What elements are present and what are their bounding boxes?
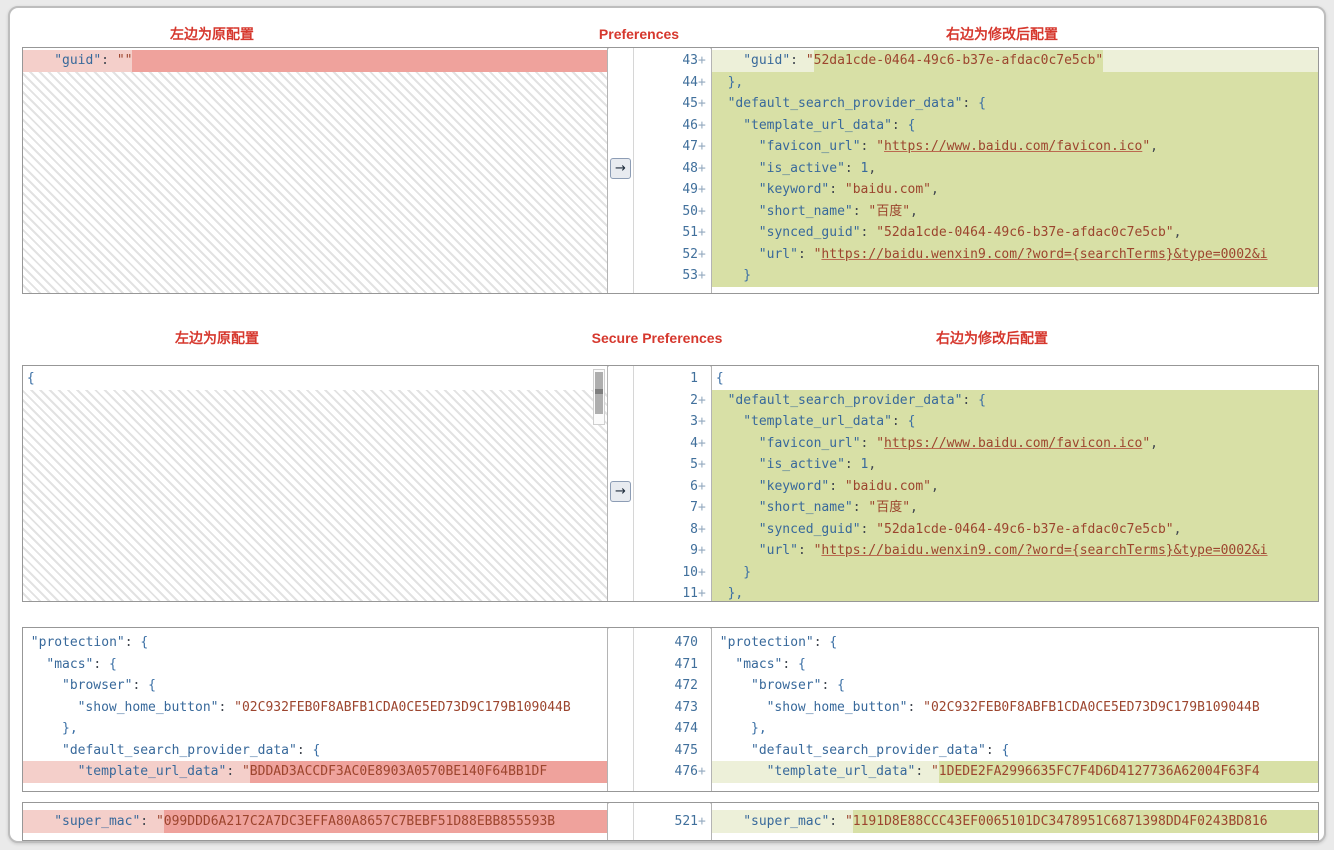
code-line: "synced_guid": "52da1cde-0464-49c6-b37e-… bbox=[712, 519, 1318, 541]
line-number: 8+ bbox=[609, 519, 710, 541]
code-line: "default_search_provider_data": { bbox=[712, 390, 1318, 412]
line-number: 521+ bbox=[609, 810, 710, 833]
line-number: 46+ bbox=[609, 115, 710, 137]
file-title-secure-preferences: Secure Preferences bbox=[567, 328, 747, 348]
label-right-modified: 右边为修改后配置 bbox=[902, 328, 1082, 348]
line-number: 9+ bbox=[609, 540, 710, 562]
code-line: "favicon_url": "https://www.baidu.com/fa… bbox=[712, 433, 1318, 455]
original-pane: "protection": {"macs": {"browser": {"sho… bbox=[23, 628, 608, 791]
line-number: 4+ bbox=[609, 433, 710, 455]
code-line: }, bbox=[712, 583, 1318, 601]
line-number: 53+ bbox=[609, 265, 710, 287]
line-number-gutter: 521+ bbox=[609, 803, 710, 840]
code-line: "macs": { bbox=[23, 654, 607, 676]
code-line: "super_mac": "1191D8E88CCC43EF0065101DC3… bbox=[712, 810, 1318, 833]
line-number: 52+ bbox=[609, 244, 710, 266]
code-line: "browser": { bbox=[712, 675, 1318, 697]
code-line: "protection": { bbox=[23, 632, 607, 654]
code-line: "default_search_provider_data": { bbox=[23, 740, 607, 762]
inline-diff-fill bbox=[1268, 810, 1318, 833]
code-line: "is_active": 1, bbox=[712, 158, 1318, 180]
merge-arrow-button[interactable]: → bbox=[610, 158, 631, 179]
code-line: "keyword": "baidu.com", bbox=[712, 476, 1318, 498]
code-line: "protection": { bbox=[712, 632, 1318, 654]
code-line: "template_url_data": "1DEDE2FA2996635FC7… bbox=[712, 761, 1318, 783]
code-line: "template_url_data": { bbox=[712, 411, 1318, 433]
code-line: }, bbox=[23, 718, 607, 740]
modified-pane: "protection": {"macs": {"browser": {"sho… bbox=[711, 628, 1318, 791]
code-line: "guid": "52da1cde-0464-49c6-b37e-afdac0c… bbox=[712, 50, 1318, 72]
line-number: 475 bbox=[609, 740, 710, 762]
line-number: 45+ bbox=[609, 93, 710, 115]
left-pane-scrollbar[interactable] bbox=[593, 369, 605, 425]
label-right-modified: 右边为修改后配置 bbox=[912, 24, 1092, 44]
line-number: 11+ bbox=[609, 583, 710, 605]
code-line: "macs": { bbox=[712, 654, 1318, 676]
line-number: 3+ bbox=[609, 411, 710, 433]
line-number: 470 bbox=[609, 632, 710, 654]
line-number: 51+ bbox=[609, 222, 710, 244]
line-number: 50+ bbox=[609, 201, 710, 223]
diff-panel-secure-preferences: { 12+3+4+5+6+7+8+9+10+11+ {"default_sear… bbox=[22, 365, 1319, 602]
label-left-original: 左边为原配置 bbox=[127, 328, 307, 348]
original-pane: "super_mac": "099DDD6A217C2A7DC3EFFA80A8… bbox=[23, 803, 608, 840]
line-number-gutter: 470471472473474475476+ bbox=[609, 628, 710, 791]
code-line: "show_home_button": "02C932FEB0F8ABFB1CD… bbox=[712, 697, 1318, 719]
line-number: 47+ bbox=[609, 136, 710, 158]
line-number: 473 bbox=[609, 697, 710, 719]
modified-pane: "super_mac": "1191D8E88CCC43EF0065101DC3… bbox=[711, 803, 1318, 840]
line-number: 471 bbox=[609, 654, 710, 676]
line-number: 1 bbox=[609, 368, 710, 390]
line-number: 472 bbox=[609, 675, 710, 697]
file-title-preferences: Preferences bbox=[549, 24, 729, 44]
code-line: "show_home_button": "02C932FEB0F8ABFB1CD… bbox=[23, 697, 607, 719]
code-line: "guid": "" bbox=[23, 50, 607, 72]
diff-compare-card: 左边为原配置 Preferences 右边为修改后配置 "guid": "" 4… bbox=[8, 6, 1326, 843]
inline-diff-fill bbox=[555, 810, 607, 833]
code-line: { bbox=[712, 368, 1318, 390]
code-line: { bbox=[23, 368, 607, 390]
code-line: "favicon_url": "https://www.baidu.com/fa… bbox=[712, 136, 1318, 158]
code-line: }, bbox=[712, 72, 1318, 94]
code-line: "keyword": "baidu.com", bbox=[712, 179, 1318, 201]
label-left-original: 左边为原配置 bbox=[122, 24, 302, 44]
empty-region-hatch bbox=[23, 390, 607, 602]
line-number: 5+ bbox=[609, 454, 710, 476]
line-number: 474 bbox=[609, 718, 710, 740]
line-number: 476+ bbox=[609, 761, 710, 783]
code-line: "default_search_provider_data": { bbox=[712, 93, 1318, 115]
line-number: 43+ bbox=[609, 50, 710, 72]
line-number: 2+ bbox=[609, 390, 710, 412]
code-line: }, bbox=[712, 718, 1318, 740]
code-line: "template_url_data": { bbox=[712, 115, 1318, 137]
original-pane: { bbox=[23, 366, 608, 601]
code-line: "url": "https://baidu.wenxin9.com/?word=… bbox=[712, 244, 1318, 266]
original-pane: "guid": "" bbox=[23, 48, 608, 293]
code-line: "browser": { bbox=[23, 675, 607, 697]
empty-region-hatch bbox=[23, 72, 607, 294]
code-line: } bbox=[712, 265, 1318, 287]
inline-diff-fill bbox=[132, 50, 607, 72]
code-line: "short_name": "百度", bbox=[712, 201, 1318, 223]
inline-diff-fill bbox=[1260, 761, 1318, 783]
code-line: "short_name": "百度", bbox=[712, 497, 1318, 519]
line-number: 44+ bbox=[609, 72, 710, 94]
code-line: } bbox=[712, 562, 1318, 584]
code-line: "synced_guid": "52da1cde-0464-49c6-b37e-… bbox=[712, 222, 1318, 244]
code-line: "template_url_data": "BDDAD3ACCDF3AC0E89… bbox=[23, 761, 607, 783]
code-line: "default_search_provider_data": { bbox=[712, 740, 1318, 762]
modified-pane: "guid": "52da1cde-0464-49c6-b37e-afdac0c… bbox=[711, 48, 1318, 293]
diff-panel-preferences: "guid": "" 43+44+45+46+47+48+49+50+51+52… bbox=[22, 47, 1319, 294]
diff-panel-super-mac: "super_mac": "099DDD6A217C2A7DC3EFFA80A8… bbox=[22, 802, 1319, 841]
scrollbar-thumb[interactable] bbox=[595, 372, 603, 414]
line-number: 49+ bbox=[609, 179, 710, 201]
inline-diff-fill bbox=[547, 761, 607, 783]
modified-pane: {"default_search_provider_data": {"templ… bbox=[711, 366, 1318, 601]
line-number: 10+ bbox=[609, 562, 710, 584]
code-line: "super_mac": "099DDD6A217C2A7DC3EFFA80A8… bbox=[23, 810, 607, 833]
code-line: "url": "https://baidu.wenxin9.com/?word=… bbox=[712, 540, 1318, 562]
diff-panel-protection-macs: "protection": {"macs": {"browser": {"sho… bbox=[22, 627, 1319, 792]
code-line: "is_active": 1, bbox=[712, 454, 1318, 476]
merge-arrow-button[interactable]: → bbox=[610, 481, 631, 502]
